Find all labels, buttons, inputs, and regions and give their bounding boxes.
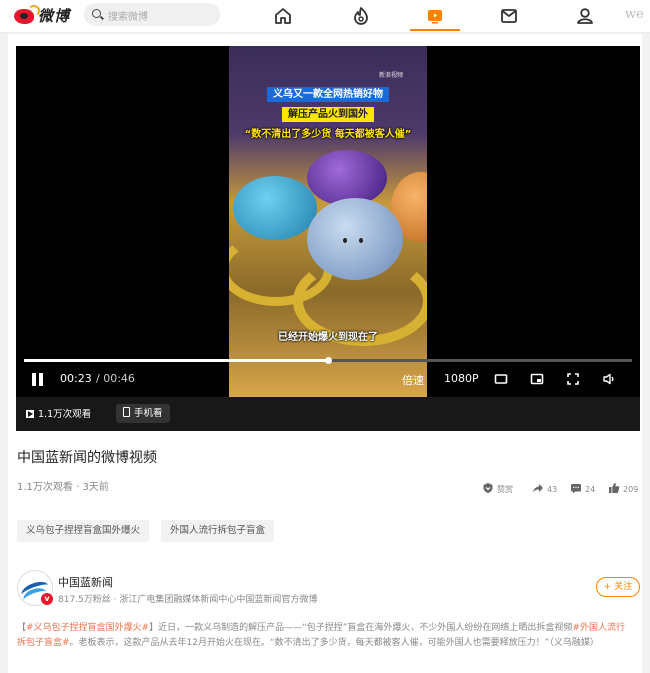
comment-button[interactable]: 24 <box>570 477 595 494</box>
author-description: 817.5万粉丝 · 浙江广电集团融媒体新闻中心中国蓝新闻官方微博 <box>58 595 318 605</box>
weibo-logo[interactable]: 微博 <box>14 4 76 28</box>
view-count-chip: 1.1万次观看 <box>26 406 91 420</box>
video-icon[interactable] <box>424 5 446 27</box>
current-time: 00:23 <box>60 372 92 385</box>
truncated-nav-text: we <box>625 7 644 22</box>
quality-button[interactable]: 1080P <box>444 372 479 385</box>
search-icon <box>92 9 101 18</box>
video-player[interactable]: 新浪视频 义乌又一款全网热销好物 解压产品火到国外 “数不清出了多少货 每天都被… <box>16 46 640 397</box>
total-time: / 00:46 <box>96 372 135 385</box>
share-icon <box>533 484 543 493</box>
video-watermark: 新浪视频 <box>379 72 404 79</box>
watch-on-phone-button[interactable]: 手机看 <box>116 404 170 423</box>
logo-text: 微博 <box>38 7 71 25</box>
search-input[interactable]: 搜索微博 <box>84 3 220 26</box>
like-icon <box>609 483 620 493</box>
topic-tag[interactable]: 外国人流行拆包子盲盒 <box>161 520 275 542</box>
caption-line-2: 解压产品火到国外 <box>282 107 374 122</box>
comment-icon <box>571 484 581 494</box>
caption-subtitle: 已经开始爆火到现在了 <box>278 332 378 343</box>
topic-tag[interactable]: 义乌包子捏捏盲盒国外爆火 <box>17 520 150 542</box>
message-icon[interactable] <box>498 5 520 27</box>
author-name[interactable]: 中国蓝新闻 <box>58 574 113 590</box>
follow-button[interactable]: + 关注 <box>596 577 640 597</box>
share-button[interactable]: 43 <box>532 477 557 494</box>
like-button[interactable]: 209 <box>608 477 638 494</box>
video-card: 新浪视频 义乌又一款全网热销好物 解压产品火到国外 “数不清出了多少货 每天都被… <box>8 34 642 673</box>
pip-icon[interactable] <box>530 372 544 386</box>
topic-link[interactable]: #义乌包子捏捏盲盒国外爆火# <box>26 623 149 633</box>
volume-icon[interactable] <box>602 372 616 386</box>
verified-badge-icon: v <box>40 592 54 606</box>
reward-icon <box>483 483 493 493</box>
video-title: 中国蓝新闻的微博视频 <box>17 450 157 466</box>
video-description: 【#义乌包子捏捏盲盒国外爆火#】近日，一款义乌制造的解压产品——“包子捏捏”盲盒… <box>17 623 625 648</box>
player-footer: 1.1万次观看 手机看 <box>16 397 640 431</box>
progress-bar[interactable] <box>24 357 632 364</box>
active-tab-indicator <box>410 29 460 31</box>
profile-icon[interactable] <box>574 5 596 27</box>
progress-fill <box>24 359 328 362</box>
search-placeholder: 搜索微博 <box>108 12 148 23</box>
speed-button[interactable]: 倍速 <box>402 372 424 388</box>
hot-icon[interactable] <box>350 5 372 27</box>
pause-button[interactable] <box>32 373 44 386</box>
mini-player-icon[interactable] <box>494 372 508 386</box>
play-count-icon <box>26 410 34 418</box>
video-meta: 1.1万次观看 · 3天前 <box>17 482 109 493</box>
fullscreen-icon[interactable] <box>566 372 580 386</box>
top-nav-bar: 微博 搜索微博 we <box>0 0 650 33</box>
home-icon[interactable] <box>272 5 294 27</box>
reward-button[interactable]: 赞赏 <box>482 477 513 494</box>
caption-line-1: 义乌又一款全网热销好物 <box>267 87 389 102</box>
progress-thumb[interactable] <box>325 357 332 364</box>
caption-line-3: “数不清出了多少货 每天都被客人催” <box>244 129 412 140</box>
phone-icon <box>123 407 130 417</box>
video-frame: 新浪视频 义乌又一款全网热销好物 解压产品火到国外 “数不清出了多少货 每天都被… <box>229 46 427 397</box>
